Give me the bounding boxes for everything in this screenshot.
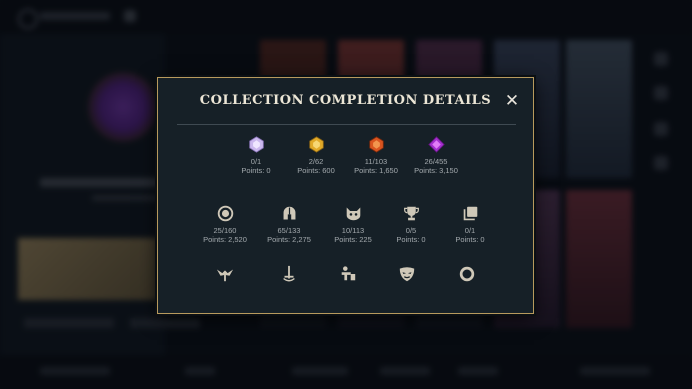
close-icon: ✕ [504,91,520,111]
category-stat-helmet: 65/133 Points: 2,275 [254,205,324,244]
category-stat-ring-medal: 25/160 Points: 2,520 [190,205,260,244]
category-points: Points: 2,275 [267,235,311,244]
category-points: Points: 0 [455,235,485,244]
winged-emblem-icon [216,265,234,283]
ring-medal-icon [217,205,234,222]
gold-crystal-gem-icon [308,136,325,153]
modal-title: COLLECTION COMPLETION DETAILS [199,93,492,108]
ring-icon [458,265,476,283]
purple-crystal-gem-icon [248,136,265,153]
stacked-cards-icon [462,205,479,222]
magenta-crystal-gem-icon [427,136,445,153]
poro-icon [345,205,362,222]
gem-points: Points: 3,150 [414,166,458,175]
mask-icon [398,265,416,283]
category-count: 65/133 [277,226,301,235]
gem-stat-magenta: 26/455 Points: 3,150 [401,136,471,175]
sword-icon [280,265,298,283]
category-stat-cards: 0/1 Points: 0 [435,205,505,244]
category-count: 25/160 [213,226,237,235]
collection-completion-modal: COLLECTION COMPLETION DETAILS ✕ 0/1 Poin… [157,77,534,314]
title-divider [177,124,516,125]
category-points: Points: 2,520 [203,235,247,244]
close-button[interactable]: ✕ [503,92,521,110]
trophy-icon [403,205,420,222]
figure-emote-icon [339,265,357,283]
helmet-icon [281,205,298,222]
orange-crystal-gem-icon [368,136,385,153]
category-count: 0/1 [464,226,476,235]
gem-count: 26/455 [424,157,448,166]
